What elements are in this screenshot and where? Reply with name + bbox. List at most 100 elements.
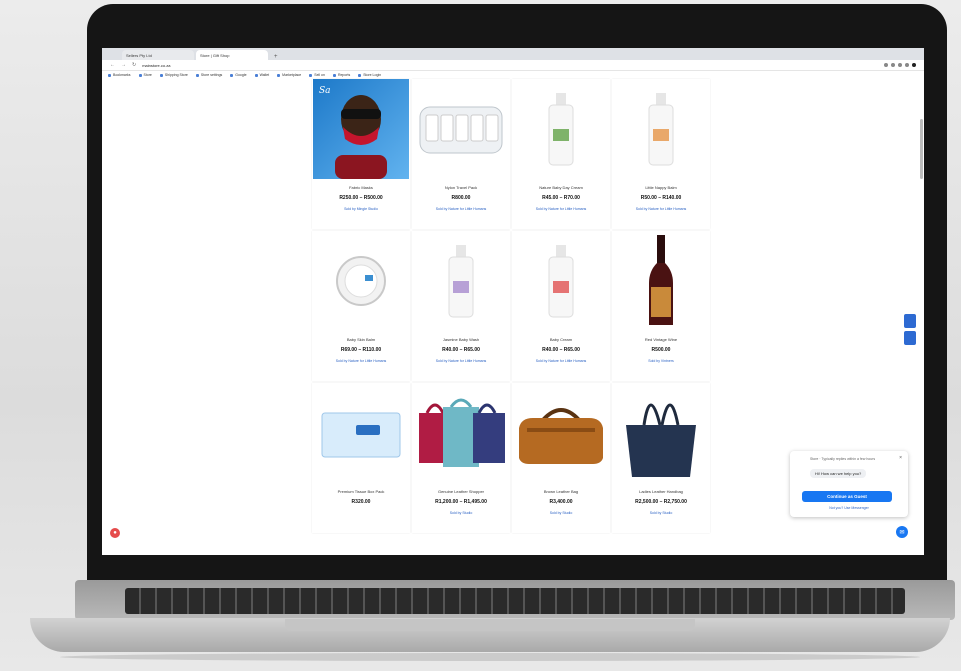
product-price: R320.00	[351, 499, 371, 505]
vendor-link[interactable]: Sold by Nature for Little Humans	[636, 207, 687, 211]
close-icon[interactable]: ×	[899, 455, 902, 461]
scrollbar[interactable]	[920, 119, 923, 179]
product-image-face-mask[interactable]: Sa	[313, 79, 409, 179]
product-name[interactable]: Little Nappy Balm	[641, 185, 680, 190]
product-price: R69.00 – R110.00	[340, 347, 382, 353]
forward-icon[interactable]: →	[121, 62, 126, 68]
product-card[interactable]: Sa Fabric Masks R250.00 – R500.00 Sold b…	[312, 79, 410, 229]
product-image-wine[interactable]	[613, 231, 709, 331]
product-grid: Sa Fabric Masks R250.00 – R500.00 Sold b…	[312, 79, 712, 533]
help-icon[interactable]: ●	[110, 528, 120, 538]
product-name[interactable]: Red Vintage Wine	[641, 337, 681, 342]
product-price: R250.00 – R500.00	[339, 195, 383, 201]
product-name[interactable]: Nature Baby Day Cream	[535, 185, 587, 190]
new-tab-icon[interactable]: +	[274, 54, 278, 60]
product-image-baby-wash[interactable]	[413, 231, 509, 331]
vendor-link[interactable]: Sold by Vintners	[648, 359, 673, 363]
vendor-link[interactable]: Sold by Studio	[450, 511, 473, 515]
bookmark[interactable]: Sell on	[309, 73, 325, 77]
extensions	[884, 63, 916, 67]
reload-icon[interactable]: ↻	[132, 62, 136, 68]
product-card[interactable]: Ladies Leather Handbag R2,500.00 – R2,75…	[612, 383, 710, 533]
bookmark[interactable]: Wallet	[254, 73, 269, 77]
product-name[interactable]: Premium Tissue Box Pack	[334, 489, 389, 494]
product-image-shopper[interactable]	[413, 383, 509, 483]
product-name[interactable]: Ladies Leather Handbag	[635, 489, 687, 494]
url-field[interactable]: mainstore.co.za	[142, 63, 878, 68]
product-name[interactable]: Fabric Masks	[345, 185, 377, 190]
screen: Sellers Pty Ltd Store | Gift Shop + ← → …	[102, 48, 924, 555]
profile-icon[interactable]	[912, 63, 916, 67]
vendor-link[interactable]: Sold by Nature for Little Humans	[336, 359, 387, 363]
vendor-link[interactable]: Sold by Studio	[650, 511, 673, 515]
product-image-duffel[interactable]	[513, 383, 609, 483]
messenger-icon[interactable]: ✉	[896, 526, 908, 538]
bookmark[interactable]: Bookmarks	[108, 73, 131, 77]
vendor-link[interactable]: Sold by Mingle Studio	[344, 207, 378, 211]
tab-label: Sellers Pty Ltd	[126, 52, 152, 58]
side-tab-button[interactable]	[904, 331, 916, 345]
store-page: Sa Fabric Masks R250.00 – R500.00 Sold b…	[102, 79, 924, 555]
back-icon[interactable]: ←	[110, 62, 115, 68]
product-image-nappy-balm[interactable]	[613, 79, 709, 179]
product-card[interactable]: Red Vintage Wine R500.00 Sold by Vintner…	[612, 231, 710, 381]
continue-guest-button[interactable]: Continue as Guest	[802, 491, 892, 502]
vendor-link[interactable]: Sold by Studio	[550, 511, 573, 515]
product-name[interactable]: Brown Leather Bag	[540, 489, 582, 494]
svg-text:Sa: Sa	[319, 86, 331, 96]
vendor-link[interactable]: Sold by Nature for Little Humans	[536, 359, 587, 363]
chat-message: Hi! How can we help you?	[810, 469, 867, 478]
bookmark[interactable]: Store	[138, 73, 152, 77]
extension-icon[interactable]	[891, 63, 895, 67]
bookmark[interactable]: Store settings	[195, 73, 222, 77]
product-name[interactable]: Baby Cream	[546, 337, 576, 342]
product-image-day-cream[interactable]	[513, 79, 609, 179]
product-price: R1,200.00 – R1,495.00	[435, 499, 487, 505]
product-price: R2,500.00 – R2,750.00	[635, 499, 687, 505]
tab-1[interactable]: Sellers Pty Ltd	[122, 50, 194, 60]
bookmark[interactable]: Google	[230, 73, 247, 77]
product-price: R45.00 – R70.00	[542, 195, 580, 201]
bottle-image	[548, 93, 574, 166]
product-price: R50.00 – R140.00	[640, 195, 682, 201]
bookmark[interactable]: Store Login	[358, 73, 381, 77]
side-tab-button[interactable]	[904, 314, 916, 328]
product-image-travel-pack[interactable]	[413, 79, 509, 179]
product-price: R40.00 – R65.00	[442, 347, 480, 353]
tab-2[interactable]: Store | Gift Shop	[196, 50, 268, 60]
product-card[interactable]: Premium Tissue Box Pack R320.00	[312, 383, 410, 533]
product-name[interactable]: Jasmine Baby Wash	[439, 337, 483, 342]
product-card[interactable]: Jasmine Baby Wash R40.00 – R65.00 Sold b…	[412, 231, 510, 381]
wine-bottle-image	[649, 235, 673, 325]
tab-bar: Sellers Pty Ltd Store | Gift Shop +	[102, 48, 924, 60]
product-image-handbag[interactable]	[613, 383, 709, 483]
product-card[interactable]: Baby Cream R40.00 – R65.00 Sold by Natur…	[512, 231, 610, 381]
product-image-tissue[interactable]	[313, 383, 409, 483]
product-card[interactable]: Nylon Travel Pack R800.00 Sold by Nature…	[412, 79, 510, 229]
product-card[interactable]: Nature Baby Day Cream R45.00 – R70.00 So…	[512, 79, 610, 229]
clear-pouch-image	[419, 106, 503, 154]
use-messenger-link[interactable]: Not you? Use Messenger	[790, 506, 908, 510]
extension-icon[interactable]	[898, 63, 902, 67]
product-card[interactable]: Little Nappy Balm R50.00 – R140.00 Sold …	[612, 79, 710, 229]
tab-label: Store | Gift Shop	[200, 52, 230, 58]
product-price: R3,400.00	[549, 499, 573, 505]
extension-icon[interactable]	[905, 63, 909, 67]
product-card[interactable]: Baby Skin Balm R69.00 – R110.00 Sold by …	[312, 231, 410, 381]
product-name[interactable]: Baby Skin Balm	[343, 337, 379, 342]
product-image-skin-balm[interactable]	[313, 231, 409, 331]
bottle-image	[548, 245, 574, 318]
vendor-link[interactable]: Sold by Nature for Little Humans	[436, 207, 487, 211]
bookmark[interactable]: Marketplace	[277, 73, 301, 77]
product-name[interactable]: Nylon Travel Pack	[441, 185, 481, 190]
product-card[interactable]: Brown Leather Bag R3,400.00 Sold by Stud…	[512, 383, 610, 533]
product-image-baby-cream[interactable]	[513, 231, 609, 331]
product-name[interactable]: Genuine Leather Shopper	[434, 489, 488, 494]
bookmark[interactable]: Reports	[332, 73, 350, 77]
vendor-link[interactable]: Sold by Nature for Little Humans	[536, 207, 587, 211]
duffel-bag-image	[519, 408, 603, 464]
extension-icon[interactable]	[884, 63, 888, 67]
bookmark[interactable]: Shipping Store	[159, 73, 188, 77]
product-card[interactable]: Genuine Leather Shopper R1,200.00 – R1,4…	[412, 383, 510, 533]
vendor-link[interactable]: Sold by Nature for Little Humans	[436, 359, 487, 363]
